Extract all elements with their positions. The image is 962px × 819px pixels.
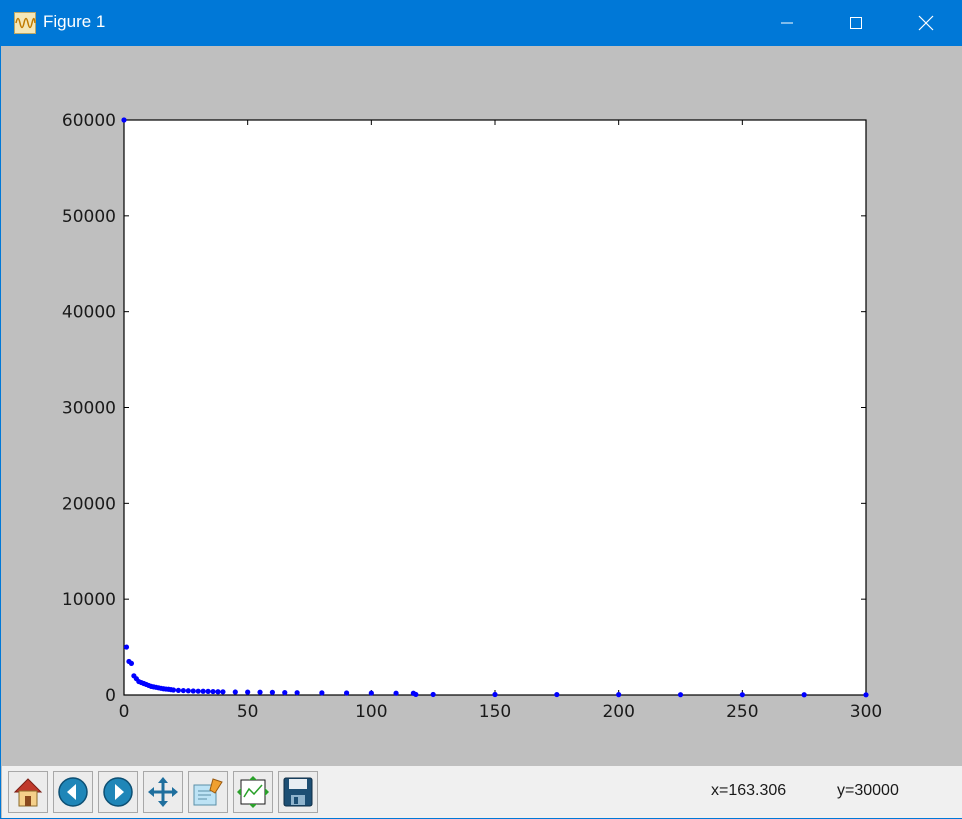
data-point <box>294 690 300 696</box>
data-point <box>257 689 263 695</box>
data-point <box>175 687 182 694</box>
data-point <box>128 660 135 666</box>
data-point <box>413 691 419 698</box>
data-point <box>245 689 251 695</box>
data-point <box>195 688 201 694</box>
x-tick-label: 250 <box>726 702 758 722</box>
back-arrow-icon <box>58 777 88 807</box>
data-point <box>170 687 177 693</box>
save-button[interactable] <box>278 771 318 813</box>
data-point <box>368 690 374 696</box>
x-tick-label: 100 <box>355 702 387 722</box>
data-point <box>123 644 130 650</box>
y-tick-label: 50000 <box>62 207 116 227</box>
y-tick-label: 10000 <box>62 590 116 610</box>
navigation-toolbar: x=163.306 y=30000 <box>2 766 962 818</box>
plot-area <box>123 119 867 696</box>
y-tick-label: 60000 <box>62 111 116 131</box>
pan-button[interactable] <box>143 771 183 813</box>
data-point <box>492 691 498 698</box>
data-point <box>185 688 191 694</box>
data-point <box>801 692 807 698</box>
minimize-icon <box>781 22 793 24</box>
save-icon <box>283 777 313 807</box>
data-point <box>677 692 684 698</box>
y-tick-label: 0 <box>105 686 116 706</box>
title-bar[interactable]: Figure 1 <box>1 0 962 46</box>
x-tick-label: 50 <box>237 702 259 722</box>
data-point <box>180 687 186 694</box>
data-point <box>616 692 622 698</box>
home-icon <box>13 778 43 807</box>
subplots-icon <box>237 776 269 808</box>
data-point <box>200 688 206 694</box>
minimize-button[interactable] <box>764 0 810 46</box>
close-button[interactable] <box>903 0 949 46</box>
home-button[interactable] <box>8 771 48 813</box>
data-point <box>215 689 221 695</box>
cursor-y-readout: y=30000 <box>837 782 899 799</box>
maximize-button[interactable] <box>833 0 879 46</box>
x-tick-label: 0 <box>119 702 130 722</box>
window-title: Figure 1 <box>43 12 106 31</box>
y-tick-label: 20000 <box>62 494 116 514</box>
y-tick-label: 40000 <box>62 303 116 323</box>
data-point <box>430 691 436 698</box>
data-point <box>319 690 325 696</box>
data-point <box>863 692 869 698</box>
data-point <box>739 692 745 698</box>
data-point <box>232 689 238 695</box>
data-point <box>210 688 216 695</box>
maximize-icon <box>850 17 862 29</box>
figure-icon <box>14 12 36 34</box>
y-tick-label: 30000 <box>62 399 116 419</box>
zoom-button[interactable] <box>188 771 228 813</box>
x-tick-label: 200 <box>602 702 634 722</box>
x-tick-label: 300 <box>850 702 882 722</box>
cursor-x-readout: x=163.306 <box>711 782 787 799</box>
data-point <box>190 688 196 694</box>
scatter-chart[interactable]: 0 50 100 150 200 250 300 0 10000 20000 30000 40000 5… <box>2 46 962 766</box>
data-point <box>344 690 350 696</box>
zoom-icon <box>193 778 223 806</box>
figure-window: Figure 1 0 50 100 150 200 250 300 0 10000 20000 30… <box>0 0 962 819</box>
x-tick-label: 150 <box>479 702 511 722</box>
data-point <box>393 690 399 696</box>
data-point <box>282 690 288 696</box>
pan-icon <box>148 777 178 807</box>
data-point <box>205 688 211 694</box>
forward-button[interactable] <box>98 771 138 813</box>
data-point <box>269 689 275 695</box>
data-point <box>220 689 226 695</box>
subplots-button[interactable] <box>233 771 273 813</box>
data-point <box>554 691 560 698</box>
forward-arrow-icon <box>103 777 133 807</box>
data-point <box>121 117 127 123</box>
close-icon <box>918 15 934 31</box>
figure-canvas[interactable]: 0 50 100 150 200 250 300 0 10000 20000 30000 40000 5… <box>2 46 962 766</box>
back-button[interactable] <box>53 771 93 813</box>
